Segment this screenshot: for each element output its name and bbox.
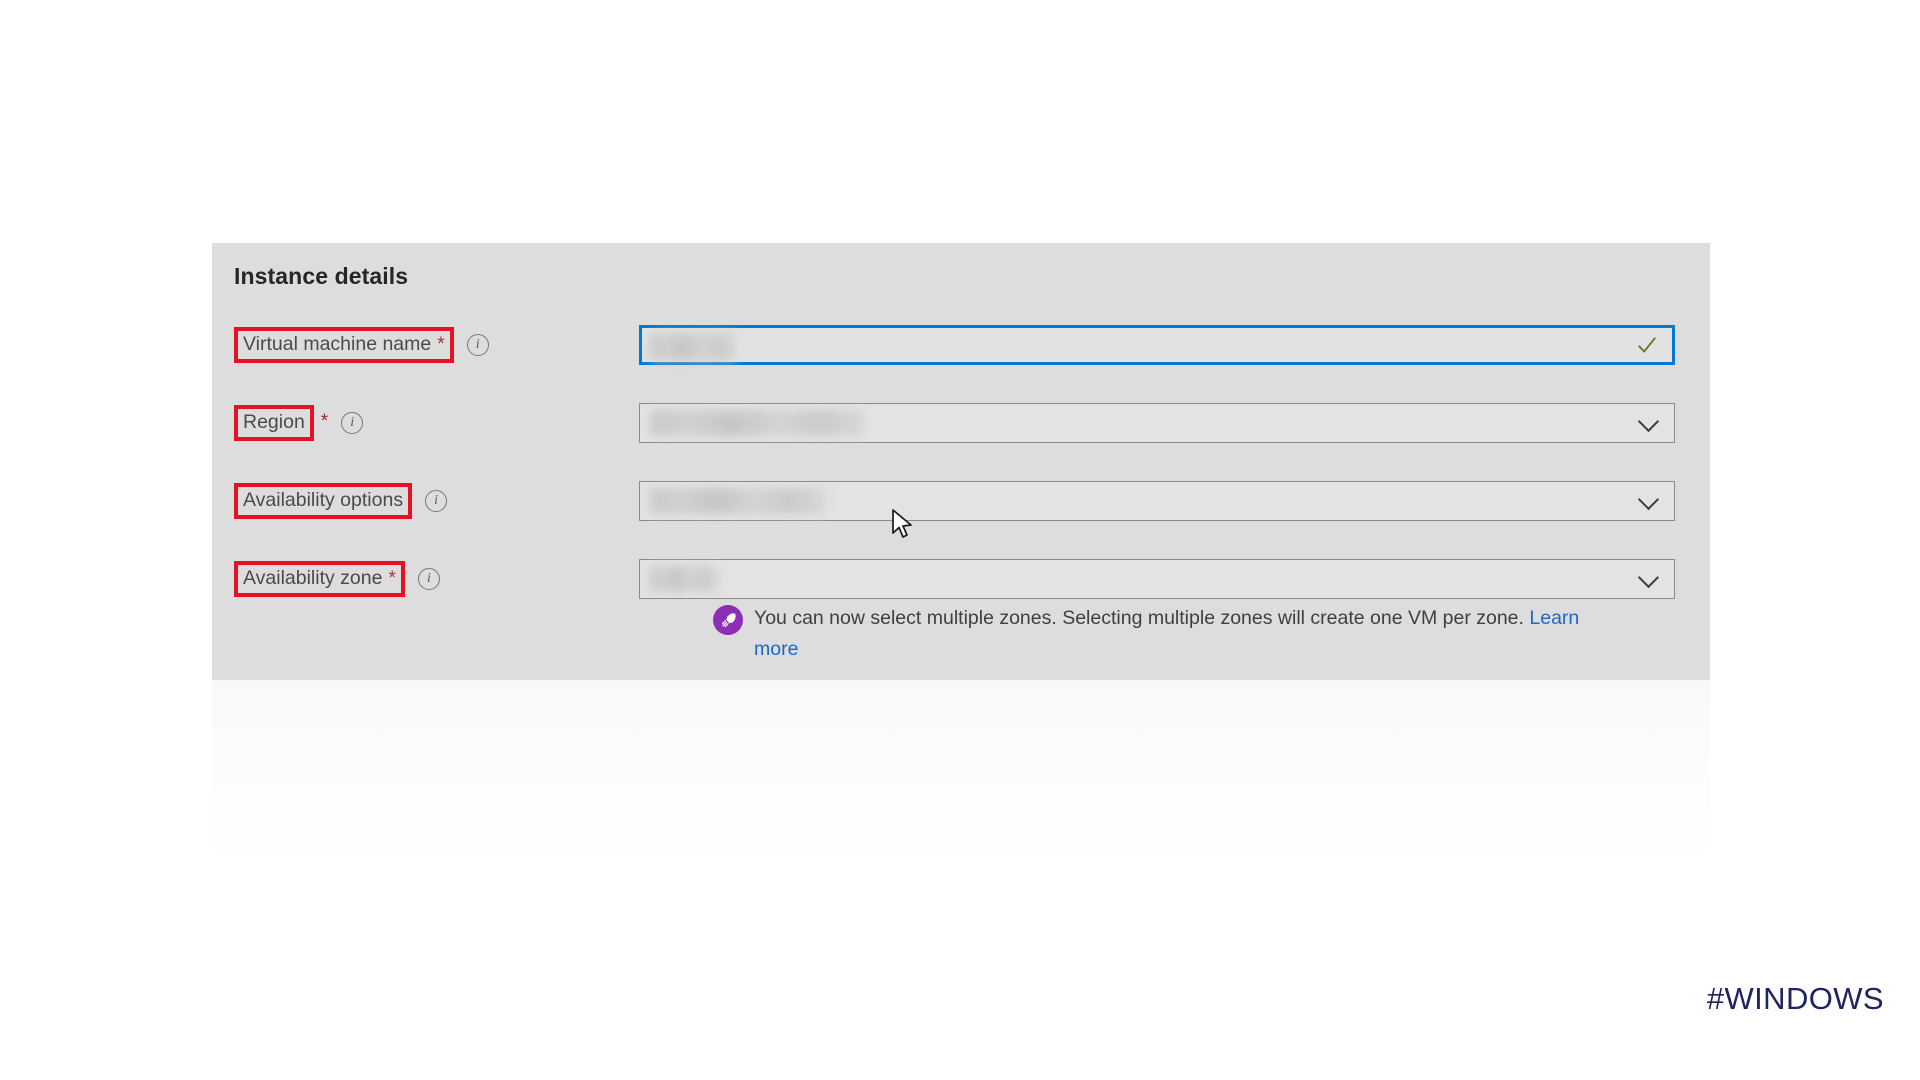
virtual-machine-name-input[interactable] xyxy=(639,325,1675,365)
required-asterisk-availability-zone: * xyxy=(388,568,396,589)
label-group-virtual-machine-name: Virtual machine name * i xyxy=(234,321,489,369)
region-dropdown[interactable] xyxy=(639,403,1675,443)
page-title: Instance details xyxy=(234,263,409,289)
highlight-box-availability-options: Availability options xyxy=(234,483,413,519)
redacted-value-virtual-machine-name xyxy=(650,333,736,361)
label-availability-zone: Availability zone xyxy=(243,567,383,590)
instance-details-panel: Instance details Virtual machine name * … xyxy=(212,243,1710,680)
info-icon-virtual-machine-name[interactable]: i xyxy=(466,334,489,356)
info-icon-region[interactable]: i xyxy=(341,412,364,434)
green-check-icon xyxy=(1638,337,1657,353)
reflection-panel-surface xyxy=(212,680,1710,880)
reflection-content: Availability zone * i Zones 1 You ca xyxy=(212,680,1710,880)
availability-zone-dropdown[interactable] xyxy=(639,559,1675,599)
banner-text: You can now select multiple zones. Selec… xyxy=(754,603,1584,665)
form-row-availability-zone: Availability zone * i xyxy=(212,555,1710,603)
panel-reflection: Availability zone * i Zones 1 You ca xyxy=(212,680,1710,880)
mouse-pointer-icon xyxy=(890,509,916,543)
highlight-box-region: Region xyxy=(234,405,314,441)
chevron-down-icon-availability-options xyxy=(1637,488,1660,511)
chevron-down-icon-availability-zone xyxy=(1637,566,1660,589)
label-group-region: Region * i xyxy=(234,399,364,447)
watermark-windows: #WINDOWS xyxy=(1706,981,1884,1016)
label-region: Region xyxy=(243,411,305,434)
multiple-zones-banner: You can now select multiple zones. Selec… xyxy=(639,603,1649,665)
info-icon-availability-options[interactable]: i xyxy=(425,490,448,512)
chevron-down-icon-region xyxy=(1637,410,1660,433)
label-virtual-machine-name: Virtual machine name xyxy=(243,333,432,356)
rocket-icon xyxy=(713,605,743,635)
availability-options-dropdown[interactable] xyxy=(639,481,1675,521)
required-asterisk-region: * xyxy=(320,410,329,432)
form-row-virtual-machine-name: Virtual machine name * i xyxy=(212,321,1710,369)
highlight-box-availability-zone: Availability zone * xyxy=(234,561,405,597)
label-group-availability-zone: Availability zone * i xyxy=(234,555,440,603)
redacted-value-region xyxy=(650,410,864,436)
banner-message: You can now select multiple zones. Selec… xyxy=(754,607,1530,629)
label-group-availability-options: Availability options i xyxy=(234,477,448,525)
label-availability-options: Availability options xyxy=(243,489,404,512)
required-asterisk-virtual-machine-name: * xyxy=(437,334,445,355)
highlight-box-virtual-machine-name: Virtual machine name * xyxy=(234,327,454,363)
form-row-availability-options: Availability options i xyxy=(212,477,1710,525)
screen-root: Instance details Virtual machine name * … xyxy=(0,0,1920,1080)
redacted-value-availability-options xyxy=(650,488,825,514)
redacted-value-availability-zone xyxy=(650,566,718,592)
form-row-region: Region * i xyxy=(212,399,1710,447)
info-icon-availability-zone[interactable]: i xyxy=(417,568,440,590)
